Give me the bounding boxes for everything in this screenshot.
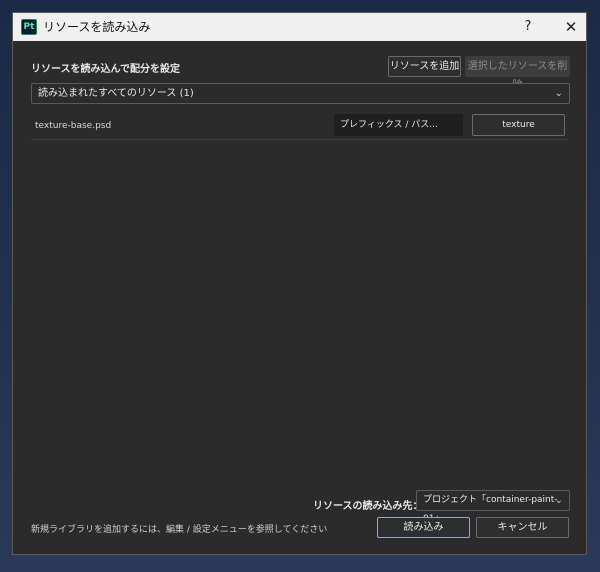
dialog-title: リソースを読み込み — [43, 20, 151, 34]
help-button[interactable]: ? — [515, 13, 541, 41]
cancel-button[interactable]: キャンセル — [476, 517, 569, 538]
close-button[interactable]: ✕ — [557, 13, 585, 41]
resource-type-button[interactable]: texture — [472, 114, 565, 136]
resource-filename: texture-base.psd — [35, 121, 112, 131]
destination-label: リソースの読み込み先： — [313, 501, 423, 512]
painter-app-icon: Pt — [21, 19, 37, 35]
title-bar[interactable]: Pt リソースを読み込み ? ✕ — [13, 13, 586, 41]
remove-selected-button[interactable]: 選択したリソースを削除 — [465, 56, 570, 91]
destination-dropdown[interactable]: プロジェクト「container-paint-01」 ⌄ — [416, 490, 570, 524]
import-resources-dialog: Pt リソースを読み込み ? ✕ リソースを読み込んで配分を設定 リソースを追加… — [12, 12, 587, 555]
chevron-down-icon: ⌄ — [554, 495, 563, 506]
chevron-down-icon: ⌄ — [554, 88, 563, 99]
resource-filter-dropdown[interactable]: 読み込まれたすべてのリソース (1) ⌄ — [31, 83, 570, 104]
library-hint-text: 新規ライブラリを追加するには、編集 / 設定メニューを参照してください — [31, 525, 328, 535]
add-resource-button[interactable]: リソースを追加 — [388, 56, 461, 77]
filter-value: 読み込まれたすべてのリソース (1) — [38, 88, 194, 99]
import-button[interactable]: 読み込み — [377, 517, 470, 538]
section-label: リソースを読み込んで配分を設定 — [31, 64, 180, 75]
resource-row[interactable]: texture-base.psd プレフィックス / パス... texture — [31, 114, 568, 140]
prefix-path-input[interactable]: プレフィックス / パス... — [334, 114, 463, 136]
